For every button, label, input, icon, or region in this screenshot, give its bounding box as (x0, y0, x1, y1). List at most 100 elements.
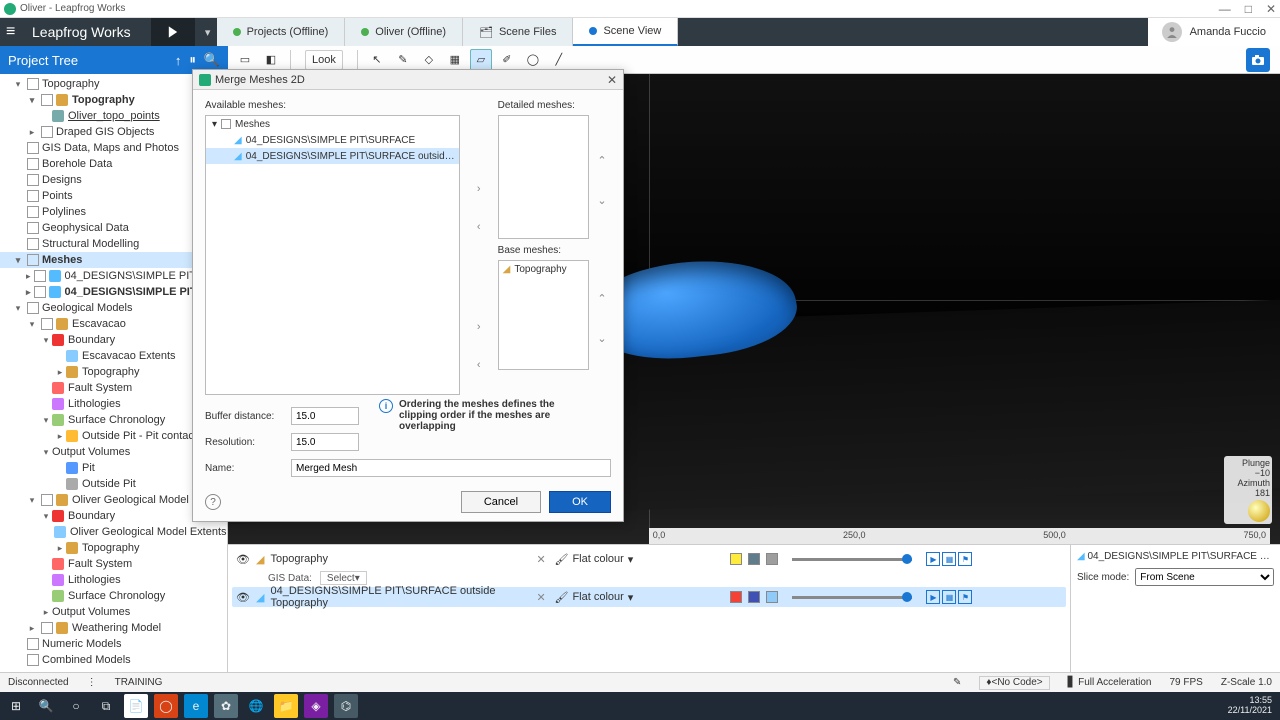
dropdown-icon[interactable]: ▾ (199, 26, 217, 39)
layer-row-surface[interactable]: 👁 ◢ 04_DESIGNS\SIMPLE PIT\SURFACE outsid… (232, 587, 1066, 607)
gis-select[interactable]: Select ▾ (320, 571, 367, 585)
list-item[interactable]: ▾Meshes (206, 116, 459, 132)
chrome-icon[interactable]: 🌐 (244, 694, 268, 718)
play-mini-icon[interactable]: ▶ (926, 552, 940, 566)
tab-scene-view[interactable]: Scene View (573, 18, 678, 46)
tree-node[interactable]: Fault System (0, 556, 227, 572)
move-up-icon[interactable]: ⌃ (594, 152, 610, 168)
tool-cursor-icon[interactable]: ↖ (366, 49, 388, 71)
pause-icon[interactable]: ⏸ (189, 52, 196, 68)
tool-polygon-icon[interactable]: ◇ (418, 49, 440, 71)
leapfrog-icon[interactable]: ⌬ (334, 694, 358, 718)
tool-select-icon[interactable]: ▭ (234, 49, 256, 71)
visibility-icon[interactable]: 👁 (236, 553, 250, 566)
maximize-icon[interactable]: □ (1245, 2, 1252, 16)
close-icon[interactable]: ✕ (1266, 2, 1276, 16)
ok-button[interactable]: OK (549, 491, 611, 513)
tree-node[interactable]: Lithologies (0, 572, 227, 588)
dialog-close-icon[interactable]: ✕ (607, 73, 617, 87)
move-right-icon[interactable]: › (471, 181, 487, 197)
slice-mode-select[interactable]: From Scene (1135, 568, 1274, 586)
colour-swatch[interactable] (730, 553, 742, 565)
taskview-icon[interactable]: ⧉ (94, 694, 118, 718)
available-meshes-list[interactable]: ▾Meshes ◢04_DESIGNS\SIMPLE PIT\SURFACE ◢… (205, 115, 460, 395)
name-input[interactable] (291, 459, 611, 477)
info-icon: i (379, 399, 393, 413)
move-down-icon[interactable]: ⌄ (594, 192, 610, 208)
visibility-icon[interactable]: 👁 (236, 591, 250, 604)
app-icon[interactable]: ◯ (154, 694, 178, 718)
app-icon[interactable]: ◈ (304, 694, 328, 718)
colour-swatch[interactable] (730, 591, 742, 603)
camera-button[interactable] (1246, 48, 1270, 72)
tab-projects[interactable]: Projects (Offline) (217, 18, 346, 46)
edge-icon[interactable]: e (184, 694, 208, 718)
list-item[interactable]: ◢04_DESIGNS\SIMPLE PIT\SURFACE outsid… (206, 148, 459, 164)
detailed-meshes-list[interactable] (498, 115, 589, 239)
edit-icon[interactable]: ✎ (953, 677, 961, 688)
tool-plane-icon[interactable]: ▱ (470, 49, 492, 71)
up-arrow-icon[interactable]: ↑ (175, 53, 182, 68)
look-dropdown[interactable]: Look (305, 50, 343, 70)
resolution-input[interactable] (291, 433, 359, 451)
move-up-icon[interactable]: ⌃ (594, 290, 610, 306)
remove-icon[interactable]: ✕ (536, 553, 548, 566)
base-meshes-list[interactable]: ◢Topography (498, 260, 589, 370)
tool-pen-icon[interactable]: ✎ (392, 49, 414, 71)
tab-oliver[interactable]: Oliver (Offline) (345, 18, 463, 46)
opacity-slider[interactable] (792, 558, 912, 561)
play-mini-icon[interactable]: ▶ (926, 590, 940, 604)
shade-swatch[interactable] (748, 591, 760, 603)
status-fps: 79 FPS (1170, 677, 1203, 688)
tool-window-icon[interactable]: ◧ (260, 49, 282, 71)
move-left-icon[interactable]: ‹ (471, 219, 487, 235)
tree-node[interactable]: ▸Topography (0, 540, 227, 556)
cancel-button[interactable]: Cancel (461, 491, 541, 513)
app-icon[interactable]: ✿ (214, 694, 238, 718)
tool-circle-icon[interactable]: ◯ (522, 49, 544, 71)
tool-line-icon[interactable]: ╱ (548, 49, 570, 71)
shade-swatch-2[interactable] (766, 591, 778, 603)
list-item[interactable]: ◢04_DESIGNS\SIMPLE PIT\SURFACE (206, 132, 459, 148)
compass-ball-icon[interactable] (1248, 500, 1270, 522)
tree-node[interactable]: Surface Chronology (0, 588, 227, 604)
app-icon[interactable]: 📄 (124, 694, 148, 718)
tree-node[interactable]: Numeric Models (0, 636, 227, 652)
grid-mini-icon[interactable]: ▦ (942, 590, 956, 604)
chevron-down-icon[interactable]: ▾ (628, 591, 634, 604)
tree-node[interactable]: Combined Models (0, 652, 227, 668)
dialog-titlebar[interactable]: Merge Meshes 2D ✕ (193, 70, 623, 90)
minimize-icon[interactable]: — (1219, 2, 1231, 16)
layer-row-topography[interactable]: 👁 ◢ Topography ✕ 🖌 Flat colour ▾ ▶ (232, 549, 1066, 569)
tab-scene-files[interactable]: 🗂Scene Files (463, 18, 573, 46)
shade-swatch-2[interactable] (766, 553, 778, 565)
opacity-slider[interactable] (792, 596, 912, 599)
search-icon[interactable]: 🔍 (204, 52, 220, 68)
start-icon[interactable]: ⊞ (4, 694, 28, 718)
play-button[interactable] (151, 18, 195, 46)
explorer-icon[interactable]: 📁 (274, 694, 298, 718)
grid-mini-icon[interactable]: ▦ (942, 552, 956, 566)
list-item[interactable]: ◢Topography (499, 261, 588, 277)
remove-icon[interactable]: ✕ (536, 591, 548, 604)
flag-mini-icon[interactable]: ⚑ (958, 552, 972, 566)
menu-icon[interactable]: ≡ (6, 23, 26, 41)
buffer-distance-input[interactable] (291, 407, 359, 425)
tool-grid-icon[interactable]: ▦ (444, 49, 466, 71)
user-menu[interactable]: Amanda Fuccio (1148, 18, 1280, 46)
flag-mini-icon[interactable]: ⚑ (958, 590, 972, 604)
cortana-icon[interactable]: ○ (64, 694, 88, 718)
move-down-icon[interactable]: ⌄ (594, 330, 610, 346)
tree-node[interactable]: ▸Output Volumes (0, 604, 227, 620)
status-code[interactable]: ♦ <No Code> (979, 676, 1049, 690)
help-icon[interactable]: ? (205, 494, 221, 510)
chevron-down-icon[interactable]: ▾ (628, 553, 634, 566)
shade-swatch[interactable] (748, 553, 760, 565)
move-left-icon[interactable]: ‹ (471, 357, 487, 373)
move-right-icon[interactable]: › (471, 319, 487, 335)
taskbar-clock[interactable]: 13:55 22/11/2021 (1228, 696, 1276, 716)
tree-node[interactable]: ▸Weathering Model (0, 620, 227, 636)
tree-node[interactable]: Oliver Geological Model Extents (0, 524, 227, 540)
search-icon[interactable]: 🔍 (34, 694, 58, 718)
tool-edit-icon[interactable]: ✐ (496, 49, 518, 71)
